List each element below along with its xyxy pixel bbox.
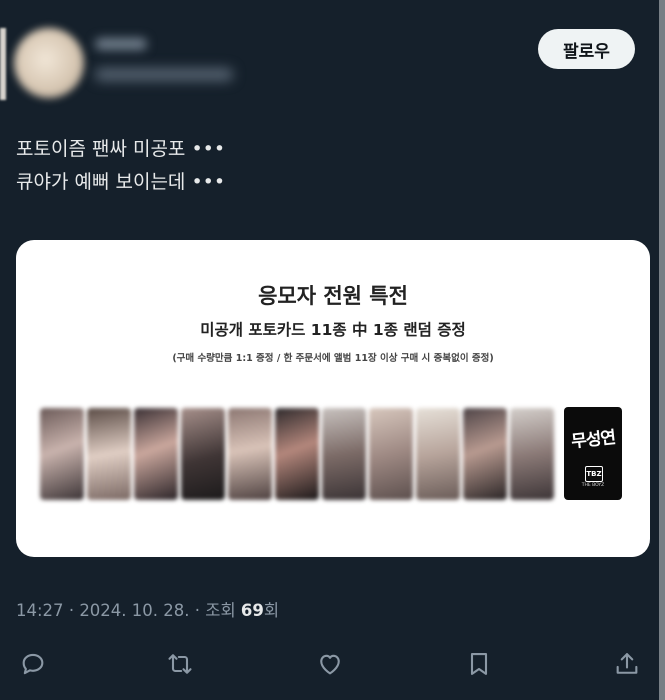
photocard-blurred xyxy=(87,408,131,500)
tweet-time: 14:27 xyxy=(16,601,64,620)
retweet-icon xyxy=(168,654,192,674)
avatar[interactable] xyxy=(14,28,84,98)
album-logo: 무성연 xyxy=(570,427,617,453)
share-button[interactable] xyxy=(611,648,643,680)
photocard-blurred xyxy=(322,408,366,500)
reply-button[interactable] xyxy=(17,648,49,680)
author-name-blurred[interactable] xyxy=(95,38,147,50)
views-count: 69 xyxy=(240,601,264,620)
card-note: (구매 수량만큼 1:1 증정 / 한 주문서에 앨범 11장 이상 구매 시 … xyxy=(172,353,494,364)
photocard-blurred xyxy=(463,408,507,500)
photocard-blurred xyxy=(369,408,413,500)
bookmark-icon xyxy=(470,653,488,675)
tweet-image[interactable]: 응모자 전원 특전 미공개 포토카드 11종 中 1종 랜덤 증정 (구매 수량… xyxy=(16,240,650,557)
photocard-blurred xyxy=(275,408,319,500)
reply-icon xyxy=(22,653,44,675)
photocard-blurred xyxy=(40,408,84,500)
photocard-blurred xyxy=(228,408,272,500)
album-mark: TBZ xyxy=(585,466,603,482)
bookmark-button[interactable] xyxy=(463,648,495,680)
photocard-blurred xyxy=(510,408,554,500)
scrollbar[interactable] xyxy=(659,0,665,700)
heart-icon xyxy=(320,654,340,675)
tweet-line: 포토이즘 팬싸 미공포 ••• xyxy=(16,138,226,160)
photocard-row xyxy=(40,408,556,500)
adjacent-content-edge xyxy=(0,28,6,100)
tweet-timestamp[interactable]: 14:27 · 2024. 10. 28. · 조회 69회 xyxy=(16,597,279,621)
album-text: THE BOYZ xyxy=(581,483,605,488)
author-handle-blurred[interactable] xyxy=(95,68,233,81)
tweet-date: 2024. 10. 28. xyxy=(79,601,190,620)
photocard-blurred xyxy=(416,408,460,500)
photocard-blurred xyxy=(181,408,225,500)
like-button[interactable] xyxy=(314,648,346,680)
retweet-button[interactable] xyxy=(164,648,196,680)
card-subtitle: 미공개 포토카드 11종 中 1종 랜덤 증정 xyxy=(200,321,466,339)
photocard-blurred xyxy=(134,408,178,500)
share-icon xyxy=(616,653,638,674)
album-card: 무성연 TBZ THE BOYZ xyxy=(564,407,622,500)
separator: · xyxy=(194,601,201,620)
tweet-line: 큐야가 예뻐 보이는데 ••• xyxy=(16,171,226,193)
tweet-text: 포토이즘 팬싸 미공포 ••• 큐야가 예뻐 보이는데 ••• xyxy=(16,133,225,199)
views-suffix: 회 xyxy=(263,601,280,620)
separator: · xyxy=(68,601,75,620)
card-title: 응모자 전원 특전 xyxy=(258,284,408,308)
follow-button[interactable]: 팔로우 xyxy=(538,29,635,69)
views-label: 조회 xyxy=(205,601,236,620)
